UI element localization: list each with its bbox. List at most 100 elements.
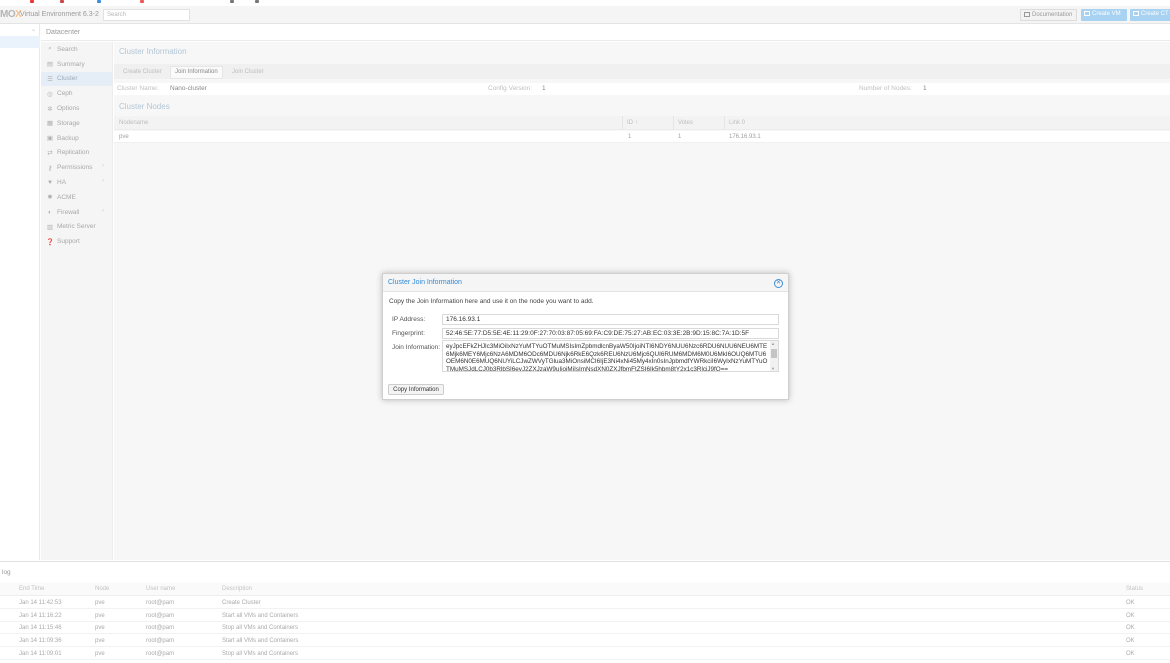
resource-tree[interactable]: ⌄	[0, 24, 40, 560]
column-link0[interactable]: Link 0	[729, 120, 745, 126]
create-cluster-button[interactable]: Create Cluster	[119, 68, 166, 76]
join-info-scrollbar[interactable]: ▲ ▼	[770, 341, 778, 371]
copy-information-button[interactable]: Copy Information	[388, 384, 444, 395]
log-desc-cell: Stop all VMs and Containers	[222, 650, 299, 657]
dialog-description: Copy the Join Information here and use i…	[389, 298, 594, 305]
log-node-cell: pve	[95, 612, 105, 619]
bar-chart-icon: ▥	[46, 223, 54, 231]
bookmark-icon[interactable]	[60, 0, 64, 3]
column-votes[interactable]: Votes	[678, 120, 693, 126]
chevron-down-icon[interactable]: ⌄	[31, 26, 36, 33]
nav-item-options[interactable]: ✲ Options	[41, 101, 112, 116]
bookmark-icon[interactable]	[140, 0, 144, 3]
column-node[interactable]: Node	[95, 586, 109, 592]
nav-item-acme[interactable]: ✹ ACME	[41, 190, 112, 205]
log-user-cell: root@pam	[146, 612, 175, 619]
column-end-time[interactable]: End Time	[19, 586, 44, 592]
create-vm-button[interactable]: Create VM	[1081, 9, 1127, 21]
nav-item-summary[interactable]: ▤ Summary	[41, 57, 112, 72]
number-of-nodes-label: Number of Nodes:	[859, 85, 912, 92]
table-row[interactable]: pve 1 1 176.16.93.1	[114, 131, 1170, 143]
create-ct-button[interactable]: Create CT	[1130, 9, 1170, 21]
cluster-name-label: Cluster Name:	[117, 85, 159, 92]
nav-item-firewall[interactable]: ◐ Firewall ›	[41, 205, 112, 220]
bookmark-icon[interactable]	[255, 0, 259, 3]
nav-item-label: Metric Server	[57, 223, 96, 231]
chevron-right-icon[interactable]: ›	[102, 208, 104, 214]
table-row[interactable]: Jan 14 11:09:36 pve root@pam Start all VMs …	[0, 635, 1170, 648]
bookmark-icon[interactable]	[30, 0, 34, 3]
database-icon: ▦	[46, 120, 54, 128]
join-information-textarea[interactable]: eyJpcEFkZHJlc3MiOiIxNzYuMTYuOTMuMSIsImZp…	[442, 340, 779, 372]
node-id-cell: 1	[628, 134, 632, 140]
table-row[interactable]: Jan 14 11:09:01 pve root@pam Stop all VMs a…	[0, 648, 1170, 660]
bookmark-icon[interactable]	[230, 0, 234, 3]
proxmox-logo[interactable]: MOX	[0, 9, 22, 20]
table-row[interactable]: Jan 14 11:16:22 pve root@pam Start all VMs …	[0, 610, 1170, 622]
close-icon[interactable]: ✕	[774, 279, 783, 288]
nav-item-label: Search	[57, 45, 78, 53]
nav-item-label: Summary	[57, 60, 85, 68]
log-node-cell: pve	[95, 638, 105, 645]
nav-item-support[interactable]: ❓ Support	[41, 234, 112, 249]
cluster-info-row: Cluster Name: Nano-cluster Config Versio…	[114, 83, 1170, 95]
floppy-icon: ▣	[46, 135, 54, 143]
column-status[interactable]: Status	[1126, 586, 1143, 592]
cluster-join-info-dialog: Cluster Join Information ✕ Copy the Join…	[382, 273, 789, 400]
desktop-icon	[1084, 11, 1090, 16]
search-input[interactable]: Search	[103, 9, 190, 21]
log-end-cell: Jan 14 11:15:46	[19, 625, 62, 632]
column-user-name[interactable]: User name	[146, 586, 175, 592]
fingerprint-field[interactable]: 52:46:5E:77:D5:5E:4E:11:29:0F:27:70:03:8…	[442, 328, 779, 339]
log-node-cell: pve	[95, 600, 105, 606]
nav-item-cluster[interactable]: ☰ Cluster	[41, 71, 112, 87]
log-status-cell: OK	[1126, 612, 1135, 619]
chevron-right-icon[interactable]: ›	[102, 178, 104, 184]
nav-item-search[interactable]: ⌕ Search	[41, 42, 112, 57]
scroll-thumb[interactable]	[771, 349, 777, 358]
scroll-up-icon[interactable]: ▲	[771, 341, 775, 346]
documentation-button[interactable]: Documentation	[1020, 9, 1077, 21]
node-name-cell: pve	[119, 134, 129, 140]
column-nodename[interactable]: Nodename	[119, 120, 148, 126]
nav-item-permissions[interactable]: ⚷ Permissions ›	[41, 160, 112, 175]
dialog-title: Cluster Join Information	[388, 279, 462, 286]
nav-item-ha[interactable]: ♥ HA ›	[41, 175, 112, 190]
join-information-button[interactable]: Join Information	[170, 66, 223, 79]
nav-item-label: Permissions	[57, 164, 93, 172]
nav-item-metric-server[interactable]: ▥ Metric Server	[41, 220, 112, 235]
tree-item-datacenter[interactable]	[0, 36, 40, 48]
page-title: Datacenter	[46, 29, 81, 36]
number-of-nodes-value: 1	[923, 85, 927, 92]
table-row[interactable]: Jan 14 11:15:46 pve root@pam Stop all VMs a…	[0, 622, 1170, 635]
top-header: MOX Virtual Environment 6.3-2 Search Doc…	[0, 6, 1170, 24]
nav-item-label: HA	[57, 179, 67, 187]
nav-item-replication[interactable]: ⇄ Replication	[41, 146, 112, 161]
log-user-cell: root@pam	[146, 600, 175, 606]
column-id[interactable]: ID ↑	[627, 120, 638, 126]
cluster-name-value: Nano-cluster	[170, 85, 207, 92]
ip-address-field[interactable]: 176.16.93.1	[442, 314, 779, 325]
log-tab[interactable]: log	[2, 569, 11, 576]
join-cluster-button[interactable]: Join Cluster	[228, 68, 268, 76]
nav-item-storage[interactable]: ▦ Storage	[41, 116, 112, 131]
key-icon: ⚷	[47, 164, 53, 172]
certificate-icon: ✹	[47, 194, 53, 202]
config-version-value: 1	[542, 85, 546, 92]
scroll-down-icon[interactable]: ▼	[771, 366, 775, 371]
nav-item-label: Storage	[57, 119, 80, 127]
join-information-label: Join Information:	[392, 344, 441, 351]
log-desc-cell: Start all VMs and Containers	[222, 638, 299, 645]
log-status-cell: OK	[1126, 638, 1135, 645]
table-row[interactable]: Jan 14 11:42:53 pve root@pam Create Cluster…	[0, 597, 1170, 609]
retweet-icon: ⇄	[47, 149, 53, 157]
ceph-icon: ◎	[47, 90, 53, 98]
column-description[interactable]: Description	[222, 586, 252, 592]
ip-address-label: IP Address:	[392, 316, 426, 323]
chevron-right-icon[interactable]: ›	[102, 163, 104, 169]
bookmark-icon[interactable]	[97, 0, 101, 3]
nav-item-backup[interactable]: ▣ Backup	[41, 131, 112, 146]
nav-item-ceph[interactable]: ◎ Ceph	[41, 86, 112, 101]
datacenter-nav: ⌕ Search ▤ Summary ☰ Cluster ◎ Ceph ✲ Options ▦ Sto…	[41, 42, 113, 560]
dialog-header: Cluster Join Information ✕	[383, 274, 788, 292]
